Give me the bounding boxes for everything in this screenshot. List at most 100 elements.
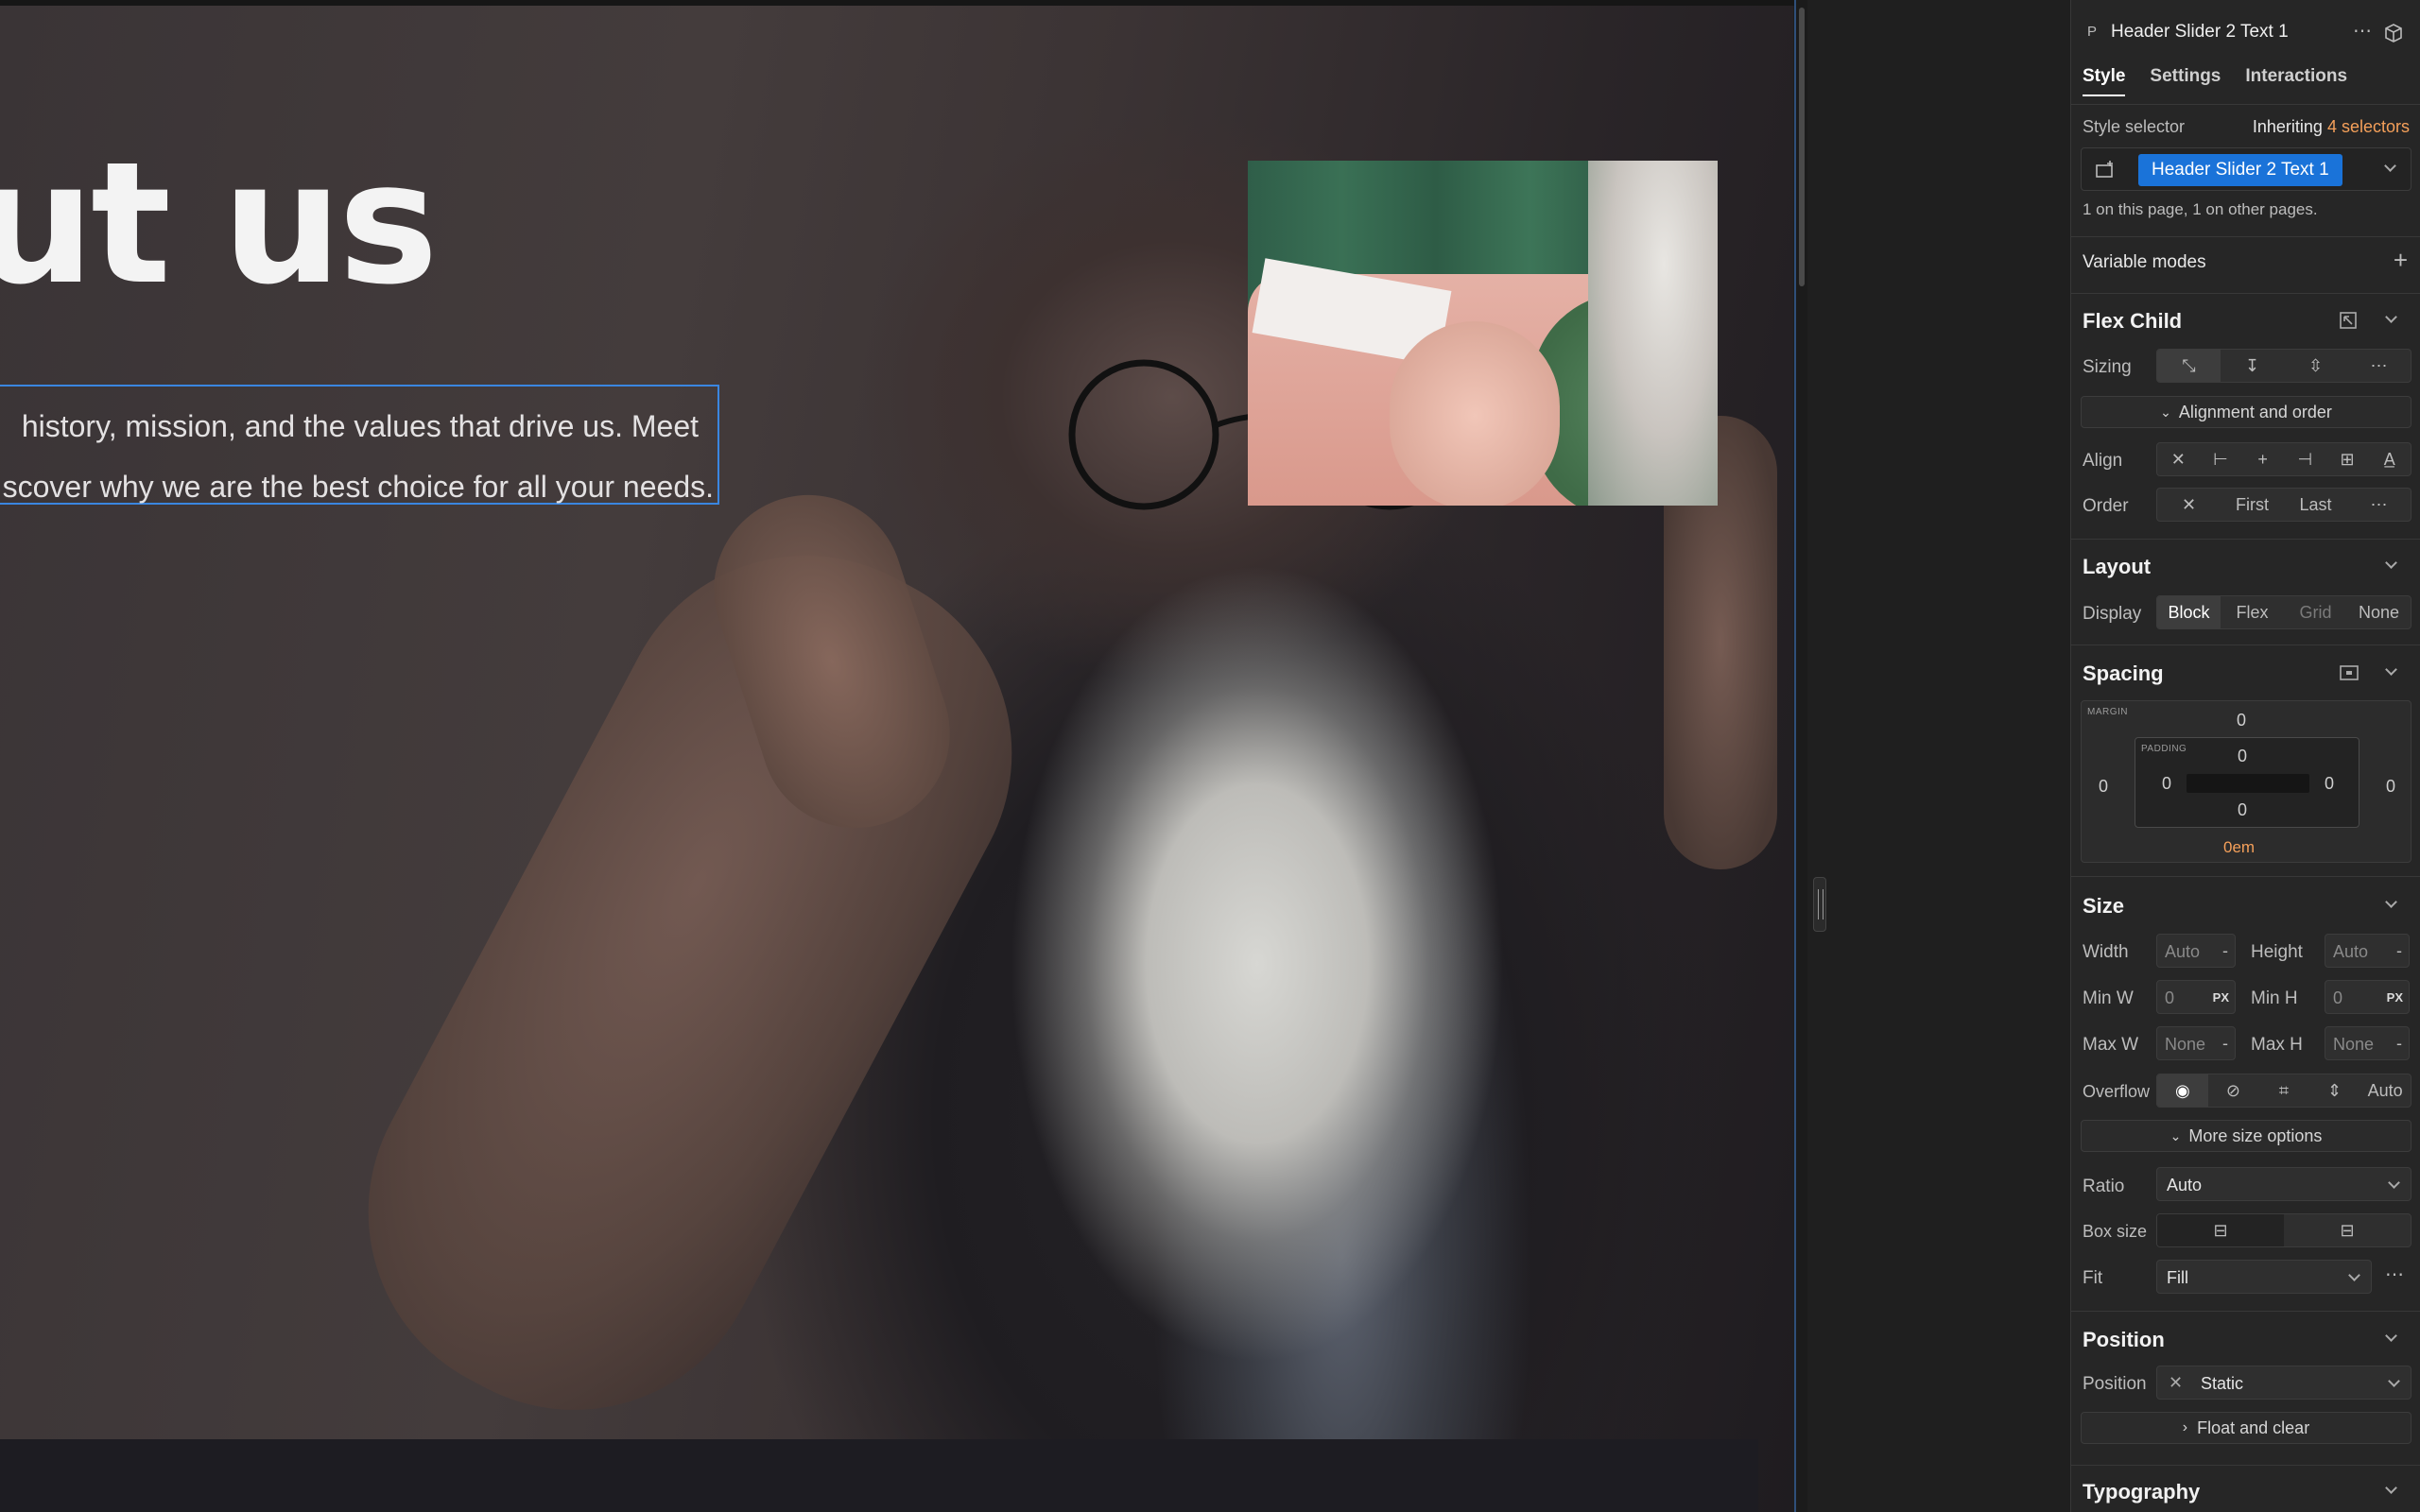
display-block-button[interactable]: Block [2157,596,2221,628]
maxw-input[interactable]: None - [2156,1026,2236,1060]
add-class-icon[interactable] [2095,160,2118,179]
none-icon[interactable]: ⇳ [2284,350,2347,382]
alignment-order-label: Alignment and order [2178,402,2332,421]
collapse-chevron-icon[interactable] [2385,311,2397,323]
maxw-unit[interactable]: - [2222,1034,2228,1054]
fit-select[interactable]: Fill [2156,1260,2372,1294]
padding-right-value[interactable]: 0 [2325,774,2334,794]
chevron-down-icon: ⌄ [2169,1127,2182,1143]
margin-bottom-value[interactable]: 0em [2223,838,2255,857]
padding-label: PADDING [2141,744,2187,754]
display-none-button[interactable]: None [2347,596,2411,628]
hero-arm [302,489,1079,1477]
slider-image[interactable] [1248,161,1718,506]
margin-box[interactable]: MARGIN 0 0 0 0em PADDING 0 0 0 0 [2081,700,2411,863]
height-unit[interactable]: - [2396,941,2402,961]
collapse-chevron-icon[interactable] [2385,557,2397,569]
layout-title: Layout [2083,555,2152,578]
element-name: Header Slider 2 Text 1 [2111,22,2289,42]
order-more-icon[interactable]: ⋯ [2347,489,2411,521]
order-last-button[interactable]: Last [2284,489,2347,521]
height-input[interactable]: Auto - [2325,934,2410,968]
align-none-icon[interactable]: ✕ [2157,443,2200,475]
margin-left-value[interactable]: 0 [2099,777,2108,797]
page-heading[interactable]: out us [0,140,439,308]
grow-icon[interactable]: ↧ [2221,350,2284,382]
padding-top-value[interactable]: 0 [2238,747,2247,766]
eye-icon[interactable]: ◉ [2157,1074,2208,1107]
margin-top-value[interactable]: 0 [2237,711,2246,730]
inheriting-info[interactable]: Inheriting 4 selectors [2253,117,2410,137]
canvas-resize-handle[interactable] [1813,877,1826,932]
maxh-label: Max H [2251,1035,2303,1055]
content-box-icon[interactable]: ⊟ [2284,1214,2411,1246]
align-center-icon[interactable]: + [2241,443,2284,475]
fit-value: Fill [2167,1268,2188,1287]
scrollbar-thumb[interactable] [1799,8,1805,286]
padding-left-value[interactable]: 0 [2162,774,2171,794]
position-select[interactable]: ✕ Static [2156,1366,2411,1400]
collapse-chevron-icon[interactable] [2385,1330,2397,1342]
order-segment[interactable]: ✕ First Last ⋯ [2156,488,2411,522]
selected-text-element[interactable]: history, mission, and the values that dr… [0,385,719,505]
size-title: Size [2083,894,2125,918]
tab-style[interactable]: Style [2083,66,2126,96]
tab-settings[interactable]: Settings [2150,66,2221,96]
display-segment[interactable]: Block Flex Grid None [2156,595,2411,629]
tab-interactions[interactable]: Interactions [2245,66,2347,96]
scroll-icon[interactable]: ⇕ [2309,1074,2360,1107]
more-icon[interactable]: ⋯ [2353,19,2372,43]
float-clear-toggle[interactable]: › Float and clear [2081,1412,2411,1444]
fit-more-icon[interactable]: ⋯ [2385,1263,2404,1286]
align-end-icon[interactable]: ⊣ [2284,443,2326,475]
sizing-segment[interactable]: ⤡ ↧ ⇳ ⋯ [2156,349,2411,383]
plus-icon[interactable]: + [2394,246,2408,275]
align-label: Align [2083,451,2123,471]
parent-arrow-icon[interactable] [2339,311,2358,330]
alignment-order-toggle[interactable]: ⌄ Alignment and order [2081,396,2411,428]
padding-box[interactable]: PADDING 0 0 0 0 [2135,737,2360,828]
selector-field[interactable]: Header Slider 2 Text 1 [2081,147,2411,191]
boxsize-segment[interactable]: ⊟ ⊟ [2156,1213,2411,1247]
crop-icon[interactable]: ⌗ [2258,1074,2309,1107]
chevron-down-icon[interactable] [2384,160,2396,172]
hero-bottom-bar [0,1439,1758,1512]
overflow-auto-button[interactable]: Auto [2360,1074,2411,1107]
designer-canvas[interactable]: out us history, mission, and the values … [0,0,1793,1512]
eye-off-icon[interactable]: ⊘ [2208,1074,2259,1107]
canvas-scrollbar[interactable] [1794,0,1807,1512]
component-icon[interactable] [2383,23,2404,43]
order-first-button[interactable]: First [2221,489,2284,521]
spacing-preset-icon[interactable] [2339,664,2360,681]
display-flex-button[interactable]: Flex [2221,596,2284,628]
class-chip[interactable]: Header Slider 2 Text 1 [2138,154,2342,186]
border-box-icon[interactable]: ⊟ [2157,1214,2284,1246]
width-input[interactable]: Auto - [2156,934,2236,968]
collapse-chevron-icon[interactable] [2385,1482,2397,1494]
collapse-chevron-icon[interactable] [2385,663,2397,676]
align-start-icon[interactable]: ⊢ [2200,443,2242,475]
minw-input[interactable]: 0 PX [2156,980,2236,1014]
align-segment[interactable]: ✕ ⊢ + ⊣ ⊞ A̲ [2156,442,2411,476]
collapse-chevron-icon[interactable] [2385,896,2397,908]
align-baseline-icon[interactable]: A̲ [2368,443,2411,475]
selector-usage: 1 on this page, 1 on other pages. [2083,200,2318,218]
more-size-options-toggle[interactable]: ⌄ More size options [2081,1120,2411,1152]
more-sizing-icon[interactable]: ⋯ [2347,350,2411,382]
minw-unit[interactable]: PX [2213,990,2229,1005]
margin-right-value[interactable]: 0 [2386,777,2395,797]
padding-bottom-value[interactable]: 0 [2238,800,2247,820]
minh-input[interactable]: 0 PX [2325,980,2410,1014]
overflow-label: Overflow [2083,1082,2151,1101]
minw-value: 0 [2165,988,2175,1007]
shrink-icon[interactable]: ⤡ [2157,350,2221,382]
overflow-segment[interactable]: ◉ ⊘ ⌗ ⇕ Auto [2156,1074,2411,1108]
minh-unit[interactable]: PX [2387,990,2403,1005]
display-grid-button[interactable]: Grid [2284,596,2347,628]
maxh-unit[interactable]: - [2396,1034,2402,1054]
ratio-select[interactable]: Auto [2156,1167,2411,1201]
width-unit[interactable]: - [2222,941,2228,961]
maxh-input[interactable]: None - [2325,1026,2410,1060]
align-stretch-icon[interactable]: ⊞ [2326,443,2369,475]
order-none-icon[interactable]: ✕ [2157,489,2221,521]
